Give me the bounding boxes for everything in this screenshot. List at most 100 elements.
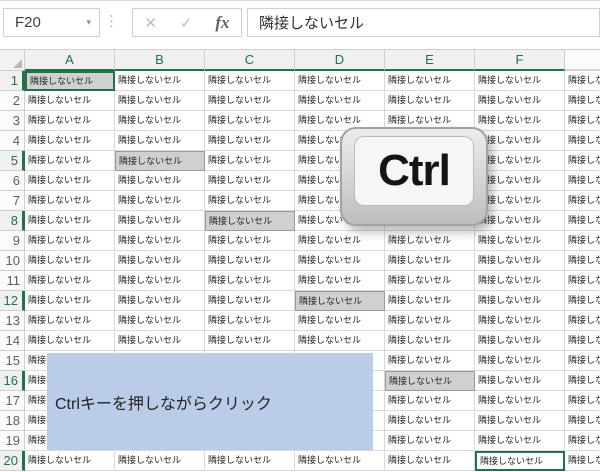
cell-F7[interactable]: 隣接しないセル <box>475 191 565 211</box>
cell-G12[interactable]: 隣接しないセル <box>565 291 600 311</box>
cell-C12[interactable]: 隣接しないセル <box>205 291 295 311</box>
name-box[interactable]: F20 ▾ <box>3 8 100 37</box>
cell-G11[interactable]: 隣接しないセル <box>565 271 600 291</box>
cell-C7[interactable]: 隣接しないセル <box>205 191 295 211</box>
cell-G10[interactable]: 隣接しないセル <box>565 251 600 271</box>
column-header-C[interactable]: C <box>205 49 295 71</box>
cell-F8[interactable]: 隣接しないセル <box>475 211 565 231</box>
cell-G9[interactable]: 隣接しないセル <box>565 231 600 251</box>
cell-F14[interactable]: 隣接しないセル <box>475 331 565 351</box>
cell-G7[interactable]: 隣接しないセル <box>565 191 600 211</box>
cell-F6[interactable]: 隣接しないセル <box>475 171 565 191</box>
row-header-18[interactable]: 18 <box>0 411 25 431</box>
cell-B7[interactable]: 隣接しないセル <box>115 191 205 211</box>
cell-C14[interactable]: 隣接しないセル <box>205 331 295 351</box>
row-header-20[interactable]: 20 <box>0 451 25 471</box>
cell-G16[interactable]: 隣接しないセル <box>565 371 600 391</box>
cell-G3[interactable]: 隣接しないセル <box>565 111 600 131</box>
cell-A5[interactable]: 隣接しないセル <box>25 151 115 171</box>
cell-A20[interactable]: 隣接しないセル <box>25 451 115 471</box>
row-header-15[interactable]: 15 <box>0 351 25 371</box>
cell-E2[interactable]: 隣接しないセル <box>385 91 475 111</box>
cell-E12[interactable]: 隣接しないセル <box>385 291 475 311</box>
cell-C9[interactable]: 隣接しないセル <box>205 231 295 251</box>
cell-F18[interactable]: 隣接しないセル <box>475 411 565 431</box>
cell-F1[interactable]: 隣接しないセル <box>475 71 565 91</box>
cell-F19[interactable]: 隣接しないセル <box>475 431 565 451</box>
cell-B14[interactable]: 隣接しないセル <box>115 331 205 351</box>
cell-F4[interactable]: 隣接しないセル <box>475 131 565 151</box>
cell-B4[interactable]: 隣接しないセル <box>115 131 205 151</box>
cell-G6[interactable]: 隣接しないセル <box>565 171 600 191</box>
cell-E16[interactable]: 隣接しないセル <box>385 371 475 391</box>
cell-F12[interactable]: 隣接しないセル <box>475 291 565 311</box>
column-header-A[interactable]: A <box>25 49 115 71</box>
row-header-6[interactable]: 6 <box>0 171 25 191</box>
cell-F10[interactable]: 隣接しないセル <box>475 251 565 271</box>
cell-F15[interactable]: 隣接しないセル <box>475 351 565 371</box>
row-header-16[interactable]: 16 <box>0 371 25 391</box>
row-header-1[interactable]: 1 <box>0 71 25 91</box>
cell-C10[interactable]: 隣接しないセル <box>205 251 295 271</box>
cell-E13[interactable]: 隣接しないセル <box>385 311 475 331</box>
cell-C6[interactable]: 隣接しないセル <box>205 171 295 191</box>
cell-B6[interactable]: 隣接しないセル <box>115 171 205 191</box>
chevron-down-icon[interactable]: ▾ <box>86 17 99 28</box>
cell-G2[interactable]: 隣接しないセル <box>565 91 600 111</box>
row-header-2[interactable]: 2 <box>0 91 25 111</box>
cell-D10[interactable]: 隣接しないセル <box>295 251 385 271</box>
cell-G15[interactable]: 隣接しないセル <box>565 351 600 371</box>
enter-icon[interactable]: ✓ <box>180 14 193 32</box>
cell-A7[interactable]: 隣接しないセル <box>25 191 115 211</box>
cell-C3[interactable]: 隣接しないセル <box>205 111 295 131</box>
cell-D12[interactable]: 隣接しないセル <box>295 291 385 311</box>
cell-E17[interactable]: 隣接しないセル <box>385 391 475 411</box>
row-header-7[interactable]: 7 <box>0 191 25 211</box>
cell-E15[interactable]: 隣接しないセル <box>385 351 475 371</box>
cell-A4[interactable]: 隣接しないセル <box>25 131 115 151</box>
cell-C1[interactable]: 隣接しないセル <box>205 71 295 91</box>
cell-F9[interactable]: 隣接しないセル <box>475 231 565 251</box>
cell-A8[interactable]: 隣接しないセル <box>25 211 115 231</box>
cell-G18[interactable]: 隣接しないセル <box>565 411 600 431</box>
cell-B20[interactable]: 隣接しないセル <box>115 451 205 471</box>
cell-D14[interactable]: 隣接しないセル <box>295 331 385 351</box>
cell-A6[interactable]: 隣接しないセル <box>25 171 115 191</box>
cell-F13[interactable]: 隣接しないセル <box>475 311 565 331</box>
cell-F5[interactable]: 隣接しないセル <box>475 151 565 171</box>
cell-A10[interactable]: 隣接しないセル <box>25 251 115 271</box>
column-header-E[interactable]: E <box>385 49 475 71</box>
cell-B5[interactable]: 隣接しないセル <box>115 151 205 171</box>
cell-A11[interactable]: 隣接しないセル <box>25 271 115 291</box>
column-header-B[interactable]: B <box>115 49 205 71</box>
cell-D2[interactable]: 隣接しないセル <box>295 91 385 111</box>
cell-G19[interactable]: 隣接しないセル <box>565 431 600 451</box>
cell-E18[interactable]: 隣接しないセル <box>385 411 475 431</box>
cell-G8[interactable]: 隣接しないセル <box>565 211 600 231</box>
cell-A2[interactable]: 隣接しないセル <box>25 91 115 111</box>
row-header-4[interactable]: 4 <box>0 131 25 151</box>
row-header-10[interactable]: 10 <box>0 251 25 271</box>
row-header-19[interactable]: 19 <box>0 431 25 451</box>
cell-D20[interactable]: 隣接しないセル <box>295 451 385 471</box>
cell-B3[interactable]: 隣接しないセル <box>115 111 205 131</box>
row-header-8[interactable]: 8 <box>0 211 25 231</box>
cell-G5[interactable]: 隣接しないセル <box>565 151 600 171</box>
cell-C8[interactable]: 隣接しないセル <box>205 211 295 231</box>
cell-F11[interactable]: 隣接しないセル <box>475 271 565 291</box>
cell-B8[interactable]: 隣接しないセル <box>115 211 205 231</box>
cell-A3[interactable]: 隣接しないセル <box>25 111 115 131</box>
cell-B12[interactable]: 隣接しないセル <box>115 291 205 311</box>
cell-E1[interactable]: 隣接しないセル <box>385 71 475 91</box>
cell-E10[interactable]: 隣接しないセル <box>385 251 475 271</box>
row-header-9[interactable]: 9 <box>0 231 25 251</box>
cell-B13[interactable]: 隣接しないセル <box>115 311 205 331</box>
row-header-5[interactable]: 5 <box>0 151 25 171</box>
cell-G13[interactable]: 隣接しないセル <box>565 311 600 331</box>
cell-C5[interactable]: 隣接しないセル <box>205 151 295 171</box>
row-header-17[interactable]: 17 <box>0 391 25 411</box>
cell-E19[interactable]: 隣接しないセル <box>385 431 475 451</box>
cell-G14[interactable]: 隣接しないセル <box>565 331 600 351</box>
column-header-G[interactable]: G <box>565 49 600 71</box>
cell-C11[interactable]: 隣接しないセル <box>205 271 295 291</box>
